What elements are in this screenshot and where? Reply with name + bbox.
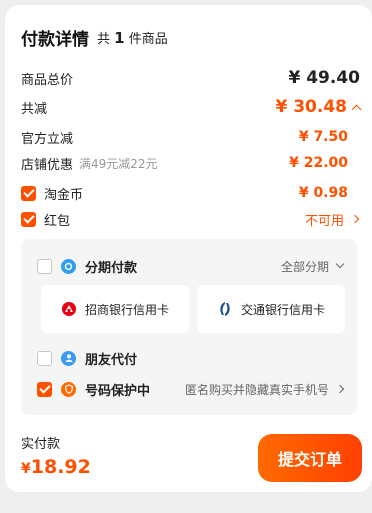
cmb-bank-label: 招商银行信用卡 bbox=[84, 302, 169, 317]
installment-option-text: 全部分期 bbox=[280, 259, 329, 274]
number-protect-label: 号码保护中 bbox=[85, 383, 151, 399]
page-title: 付款详情 bbox=[21, 30, 89, 50]
item-count-prefix: 共 bbox=[97, 32, 111, 47]
bank-card-bocom[interactable]: 交通银行信用卡 bbox=[197, 285, 345, 333]
number-protect-desc: 匿名购买并隐藏真实手机号 bbox=[184, 382, 329, 397]
friend-pay-label: 朋友代付 bbox=[85, 352, 138, 368]
installment-row[interactable]: 分期付款 全部分期 bbox=[37, 254, 345, 278]
bank-card-cmb[interactable]: 招商银行信用卡 bbox=[41, 285, 189, 333]
item-count: 共 1 件商品 bbox=[97, 28, 168, 47]
hongbao-label: 红包 bbox=[44, 213, 71, 229]
total-price-row: 商品总价 ¥ 49.40 bbox=[21, 66, 360, 90]
hongbao-checkbox[interactable] bbox=[21, 211, 36, 227]
taojinbi-label: 淘金币 bbox=[44, 187, 84, 203]
hongbao-row[interactable]: 红包 不可用 bbox=[21, 207, 360, 231]
total-price-value: ¥ 49.40 bbox=[288, 68, 360, 88]
chevron-right-icon bbox=[335, 384, 345, 394]
total-discount-value: ¥ 30.48 bbox=[275, 97, 347, 117]
chevron-right-icon[interactable] bbox=[350, 214, 360, 224]
payment-summary: 实付款 ¥18.92 bbox=[21, 433, 91, 478]
number-protect-row[interactable]: 号码保护中 匿名购买并隐藏真实手机号 bbox=[37, 377, 345, 401]
friend-pay-row[interactable]: 朋友代付 bbox=[37, 346, 343, 370]
actual-pay-amount: ¥18.92 bbox=[21, 456, 91, 478]
installment-option[interactable]: 全部分期 bbox=[280, 258, 345, 275]
shop-discount-row: 店铺优惠 满49元减22元 ¥ 22.00 bbox=[21, 151, 360, 175]
currency-symbol: ¥ bbox=[21, 461, 31, 477]
cmb-bank-icon bbox=[61, 301, 77, 317]
shield-icon bbox=[61, 381, 76, 397]
taojinbi-row[interactable]: 淘金币 ¥ 0.98 bbox=[21, 181, 360, 205]
friend-pay-icon bbox=[61, 350, 76, 366]
official-discount-row: 官方立减 ¥ 7.50 bbox=[21, 125, 360, 149]
submit-order-button[interactable]: 提交订单 bbox=[258, 434, 362, 482]
installment-label: 分期付款 bbox=[85, 260, 138, 276]
chevron-up-icon[interactable] bbox=[351, 104, 362, 114]
installment-icon bbox=[61, 258, 76, 274]
official-discount-value: ¥ 7.50 bbox=[298, 129, 348, 145]
shop-discount-label: 店铺优惠 bbox=[21, 157, 74, 173]
bocom-bank-label: 交通银行信用卡 bbox=[240, 302, 325, 317]
hongbao-status: 不可用 bbox=[304, 213, 344, 229]
shop-discount-value: ¥ 22.00 bbox=[289, 155, 348, 171]
payment-details-panel: 付款详情 共 1 件商品 商品总价 ¥ 49.40 共减 ¥ 30.48 官方立… bbox=[5, 5, 372, 492]
item-count-suffix: 件商品 bbox=[128, 32, 168, 47]
taojinbi-value: ¥ 0.98 bbox=[298, 185, 348, 201]
payment-options-box: 分期付款 全部分期 招商银行信用卡 交通银行信用卡 朋友代付 号码保护中 匿名购… bbox=[21, 239, 357, 415]
friend-pay-checkbox[interactable] bbox=[37, 350, 52, 366]
installment-checkbox[interactable] bbox=[37, 258, 52, 274]
official-discount-label: 官方立减 bbox=[21, 131, 74, 147]
bocom-bank-icon bbox=[217, 301, 233, 317]
number-protect-detail[interactable]: 匿名购买并隐藏真实手机号 bbox=[184, 381, 345, 398]
taojinbi-checkbox[interactable] bbox=[21, 185, 36, 201]
shop-discount-condition: 满49元减22元 bbox=[79, 156, 158, 171]
chevron-down-icon bbox=[335, 259, 345, 269]
actual-pay-value: 18.92 bbox=[30, 456, 91, 478]
total-discount-row[interactable]: 共减 ¥ 30.48 bbox=[21, 95, 362, 119]
number-protect-checkbox[interactable] bbox=[37, 381, 52, 397]
total-price-label: 商品总价 bbox=[21, 72, 74, 88]
actual-pay-label: 实付款 bbox=[21, 437, 61, 452]
item-count-number: 1 bbox=[114, 29, 125, 47]
total-discount-label: 共减 bbox=[21, 101, 48, 117]
